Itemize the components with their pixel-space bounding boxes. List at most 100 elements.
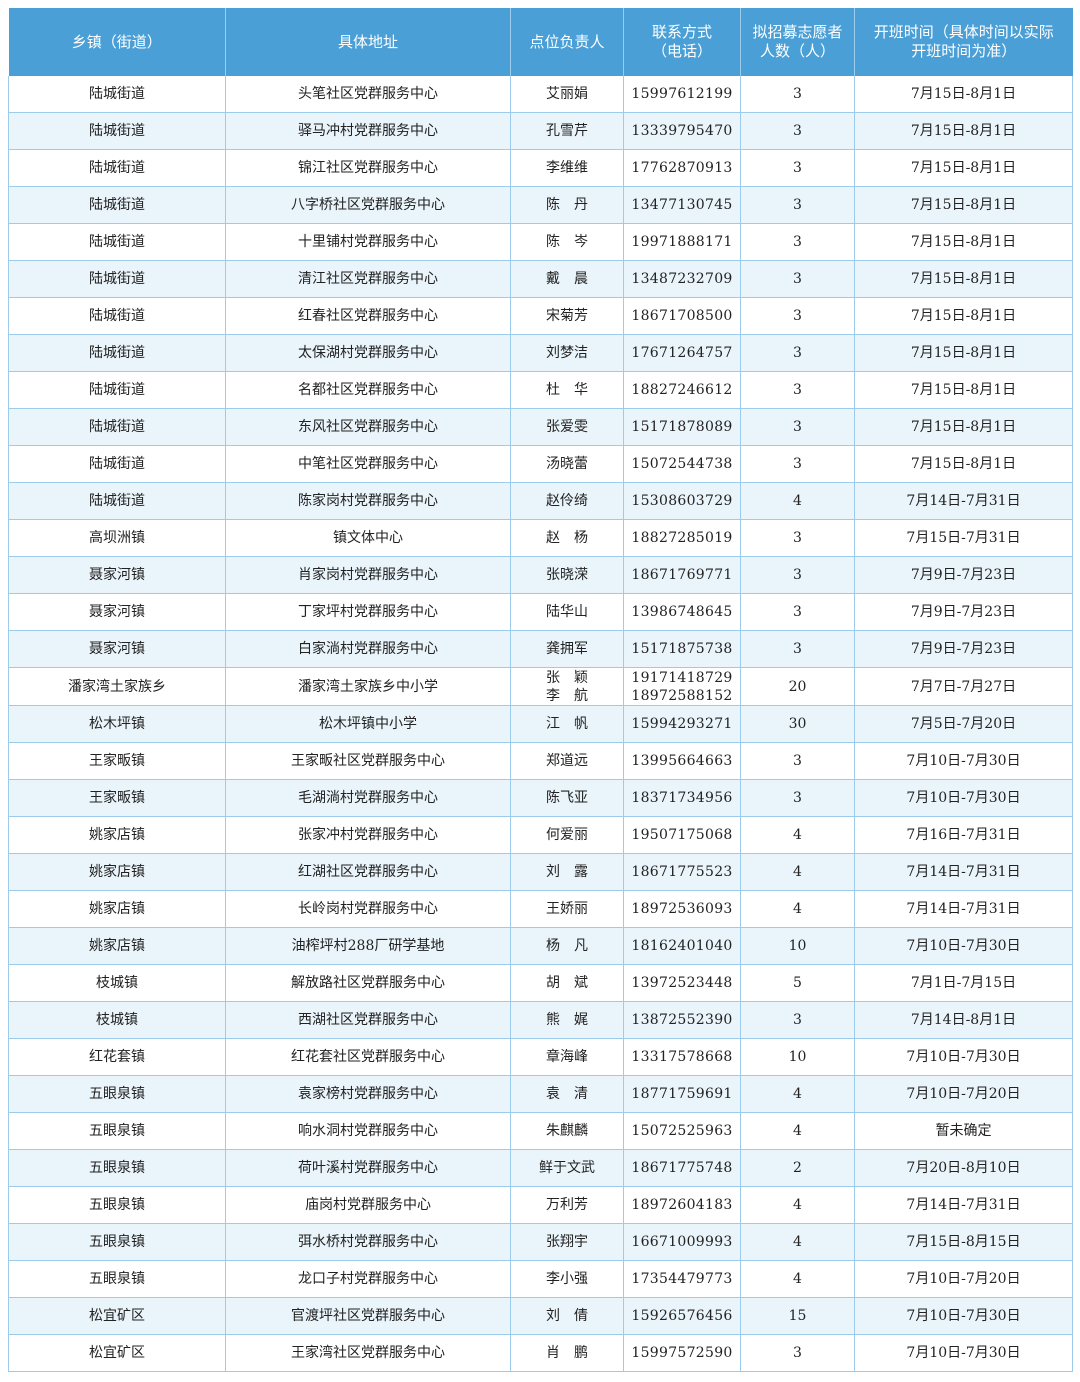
cell-contact-person: 郑道远 [510, 742, 624, 780]
cell-town: 姚家店镇 [8, 853, 226, 891]
header-address: 具体地址 [225, 8, 511, 76]
cell-contact-person: 艾丽娟 [510, 76, 624, 113]
cell-volunteer-count: 4 [740, 1075, 855, 1113]
table-row: 松宜矿区 王家湾社区党群服务中心肖 鹏 15997572590 3 7月10日-7月30… [8, 1334, 1073, 1372]
cell-contact-person: 刘 倩 [510, 1297, 624, 1335]
header-volunteer-count: 拟招募志愿者 人数（人） [740, 8, 855, 76]
table-row: 陆城街道 清江社区党群服务中心戴 晨 13487232709 3 7月15日-8月1日 [8, 260, 1073, 298]
cell-town: 陆城街道 [8, 112, 226, 150]
cell-volunteer-count: 3 [740, 593, 855, 631]
cell-town: 聂家河镇 [8, 593, 226, 631]
cell-volunteer-count: 3 [740, 149, 855, 187]
cell-town: 五眼泉镇 [8, 1223, 226, 1261]
cell-contact-person: 江 帆 [510, 705, 624, 743]
cell-town: 聂家河镇 [8, 556, 226, 594]
cell-contact-person: 宋菊芳 [510, 297, 624, 335]
cell-contact-person: 鲜于文武 [510, 1149, 624, 1187]
cell-volunteer-count: 4 [740, 1112, 855, 1150]
table-row: 松宜矿区 官渡坪社区党群服务中心刘 倩 15926576456 15 7月10日-7月3… [8, 1297, 1073, 1335]
cell-class-time: 7月20日-8月10日 [854, 1149, 1073, 1187]
cell-contact-person: 张翔宇 [510, 1223, 624, 1261]
cell-phone: 18972604183 [623, 1186, 741, 1224]
cell-phone: 15926576456 [623, 1297, 741, 1335]
cell-volunteer-count: 3 [740, 1001, 855, 1039]
cell-volunteer-count: 4 [740, 853, 855, 891]
cell-town: 松木坪镇 [8, 705, 226, 743]
cell-contact-person: 杜 华 [510, 371, 624, 409]
table-row: 五眼泉镇 响水洞村党群服务中心 朱麒麟 15072525963 4 暂未确定 [8, 1112, 1073, 1150]
cell-phone: 18972536093 [623, 890, 741, 928]
table-row: 枝城镇 西湖社区党群服务中心熊 娓 13872552390 3 7月14日-8月1日 [8, 1001, 1073, 1039]
cell-contact-person: 肖 鹏 [510, 1334, 624, 1372]
cell-town: 陆城街道 [8, 186, 226, 224]
cell-address: 潘家湾土家族乡中小学 [225, 667, 511, 706]
cell-volunteer-count: 3 [740, 186, 855, 224]
cell-town: 王家畈镇 [8, 742, 226, 780]
cell-phone: 15072525963 [623, 1112, 741, 1150]
table-row: 陆城街道 驿马冲村党群服务中心 孔雪芹 13339795470 3 7月15日-8月1日 [8, 112, 1073, 150]
cell-town: 陆城街道 [8, 260, 226, 298]
cell-contact-person: 赵伶绮 [510, 482, 624, 520]
cell-class-time: 7月16日-7月31日 [854, 816, 1073, 854]
cell-volunteer-count: 10 [740, 1038, 855, 1076]
table-row: 姚家店镇 红湖社区党群服务中心刘 露 18671775523 4 7月14日-7月31日 [8, 853, 1073, 891]
cell-town: 松宜矿区 [8, 1334, 226, 1372]
cell-volunteer-count: 5 [740, 964, 855, 1002]
table-row: 陆城街道 锦江社区党群服务中心 李维维 17762870913 3 7月15日-8月1日 [8, 149, 1073, 187]
cell-contact-person: 张 颖 李 航 [510, 667, 624, 706]
table-row: 陆城街道 东风社区党群服务中心 张爱雯 15171878089 3 7月15日-8月1日 [8, 408, 1073, 446]
cell-address: 肖家岗村党群服务中心 [225, 556, 511, 594]
cell-phone: 15997612199 [623, 76, 741, 113]
cell-address: 袁家榜村党群服务中心 [225, 1075, 511, 1113]
cell-phone: 18671769771 [623, 556, 741, 594]
table-row: 聂家河镇 肖家岗村党群服务中心 张晓溁 18671769771 3 7月9日-7月23日 [8, 556, 1073, 594]
cell-phone: 13317578668 [623, 1038, 741, 1076]
cell-town: 聂家河镇 [8, 630, 226, 668]
cell-phone: 17762870913 [623, 149, 741, 187]
cell-phone: 18671708500 [623, 297, 741, 335]
cell-volunteer-count: 20 [740, 667, 855, 706]
cell-class-time: 7月10日-7月30日 [854, 1038, 1073, 1076]
cell-class-time: 7月15日-8月1日 [854, 76, 1073, 113]
cell-phone: 18827285019 [623, 519, 741, 557]
cell-class-time: 7月9日-7月23日 [854, 630, 1073, 668]
cell-contact-person: 熊 娓 [510, 1001, 624, 1039]
cell-class-time: 7月15日-8月1日 [854, 112, 1073, 150]
cell-class-time: 7月15日-8月1日 [854, 408, 1073, 446]
cell-phone: 18162401040 [623, 927, 741, 965]
cell-contact-person: 陈 岑 [510, 223, 624, 261]
cell-volunteer-count: 3 [740, 371, 855, 409]
table-row: 聂家河镇 丁家坪村党群服务中心 陆华山 13986748645 3 7月9日-7月23日 [8, 593, 1073, 631]
table-row: 五眼泉镇 庙岗村党群服务中心 万利芳 18972604183 4 7月14日-7月31日 [8, 1186, 1073, 1224]
cell-address: 红花套社区党群服务中心 [225, 1038, 511, 1076]
volunteer-schedule-table: 乡镇（街道） 具体地址 点位负责人 联系方式 （电话） 拟招募志愿者 人数（人）… [8, 8, 1073, 1372]
cell-volunteer-count: 3 [740, 76, 855, 113]
cell-contact-person: 胡 斌 [510, 964, 624, 1002]
table-row: 陆城街道 八字桥社区党群服务中心陈 丹 13477130745 3 7月15日-8月1日 [8, 186, 1073, 224]
cell-address: 油榨坪村288厂研学基地 [225, 927, 511, 965]
cell-class-time: 7月15日-8月1日 [854, 371, 1073, 409]
table-row: 潘家湾土家族乡 潘家湾土家族乡中小学张 颖 李 航 19171418729 1897… [8, 667, 1073, 706]
cell-address: 驿马冲村党群服务中心 [225, 112, 511, 150]
cell-volunteer-count: 2 [740, 1149, 855, 1187]
cell-class-time: 7月9日-7月23日 [854, 556, 1073, 594]
cell-town: 五眼泉镇 [8, 1186, 226, 1224]
table-row: 五眼泉镇 龙口子村党群服务中心 李小强 17354479773 4 7月10日-7月20日 [8, 1260, 1073, 1298]
table-row: 松木坪镇 松木坪镇中小学江 帆 15994293271 30 7月5日-7月20日 [8, 705, 1073, 743]
cell-address: 毛湖淌村党群服务中心 [225, 779, 511, 817]
cell-class-time: 7月15日-8月1日 [854, 223, 1073, 261]
cell-class-time: 7月15日-7月31日 [854, 519, 1073, 557]
cell-town: 枝城镇 [8, 1001, 226, 1039]
cell-class-time: 暂未确定 [854, 1112, 1073, 1150]
cell-address: 龙口子村党群服务中心 [225, 1260, 511, 1298]
cell-contact-person: 杨 凡 [510, 927, 624, 965]
cell-class-time: 7月10日-7月30日 [854, 1334, 1073, 1372]
cell-town: 陆城街道 [8, 408, 226, 446]
cell-class-time: 7月15日-8月1日 [854, 149, 1073, 187]
table-row: 五眼泉镇 荷叶溪村党群服务中心 鲜于文武 18671775748 2 7月20日-8月10… [8, 1149, 1073, 1187]
cell-phone: 15171878089 [623, 408, 741, 446]
table-row: 王家畈镇 王家畈社区党群服务中心 郑道远 13995664663 3 7月10日-7月30… [8, 742, 1073, 780]
cell-phone: 13872552390 [623, 1001, 741, 1039]
cell-address: 红春社区党群服务中心 [225, 297, 511, 335]
cell-phone: 19507175068 [623, 816, 741, 854]
